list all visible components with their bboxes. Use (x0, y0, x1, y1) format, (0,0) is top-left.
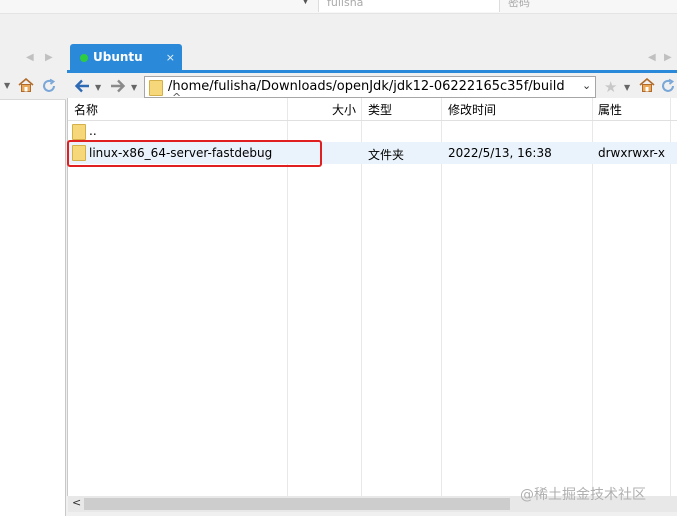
tab-ubuntu[interactable]: Ubuntu × (70, 44, 182, 71)
column-header-attributes[interactable]: 属性 (598, 101, 622, 118)
back-history-dropdown-icon[interactable]: ▼ (95, 83, 101, 92)
local-pane (0, 70, 66, 516)
folder-icon (149, 80, 163, 96)
file-modified: 2022/5/13, 16:38 (448, 146, 552, 160)
remote-home-icon[interactable] (639, 77, 655, 92)
column-header-size[interactable]: 大小 (332, 101, 356, 118)
forward-history-dropdown-icon[interactable]: ▼ (131, 83, 137, 92)
file-attributes: drwxrwxr-x (598, 146, 665, 160)
scrollbar-thumb[interactable] (84, 498, 510, 510)
host-dropdown-icon[interactable]: ▼ (302, 0, 309, 6)
tab-title: Ubuntu (93, 50, 143, 64)
forward-arrow-icon[interactable] (110, 79, 126, 93)
local-toolbar: ▼ (0, 70, 66, 100)
column-header-modified[interactable]: 修改时间 (448, 101, 496, 118)
connection-status-icon (80, 54, 88, 62)
bookmark-dropdown-icon[interactable]: ▼ (624, 83, 630, 92)
column-header-type[interactable]: 类型 (368, 101, 392, 118)
back-arrow-icon[interactable] (74, 79, 90, 93)
scroll-left-icon[interactable]: < (72, 496, 81, 509)
tab-scroll-right-icon-right[interactable]: ▶ (664, 52, 672, 63)
folder-icon (72, 124, 86, 140)
home-icon[interactable] (18, 77, 34, 92)
bookmark-star-icon[interactable]: ★ (604, 78, 617, 96)
file-name: .. (89, 124, 97, 138)
chevron-down-icon[interactable]: ⌄ (582, 79, 591, 92)
username-field[interactable]: fulisha (318, 0, 500, 12)
refresh-icon[interactable] (41, 78, 57, 94)
tab-scroll-left-icon[interactable]: ◀ (26, 52, 34, 63)
column-header-name[interactable]: 名称 (74, 101, 98, 118)
path-text[interactable]: /home/fulisha/Downloads/openJdk/jdk12-06… (168, 79, 565, 94)
remote-refresh-icon[interactable] (660, 78, 676, 94)
login-strip: ▼ fulisha 密码 (0, 0, 677, 14)
tab-scroll-left-icon-right[interactable]: ◀ (648, 52, 656, 63)
tab-scroll-right-icon[interactable]: ▶ (45, 52, 53, 63)
table-row[interactable]: .. (68, 121, 677, 142)
watermark: @稀土掘金技术社区 (520, 487, 646, 503)
close-icon[interactable]: × (166, 44, 175, 71)
file-type: 文件夹 (368, 148, 405, 162)
annotation-highlight-box (67, 140, 322, 167)
local-history-dropdown-icon[interactable]: ▼ (4, 81, 10, 90)
sort-ascending-icon: ^ (172, 91, 182, 104)
password-label: 密码 (508, 0, 530, 9)
